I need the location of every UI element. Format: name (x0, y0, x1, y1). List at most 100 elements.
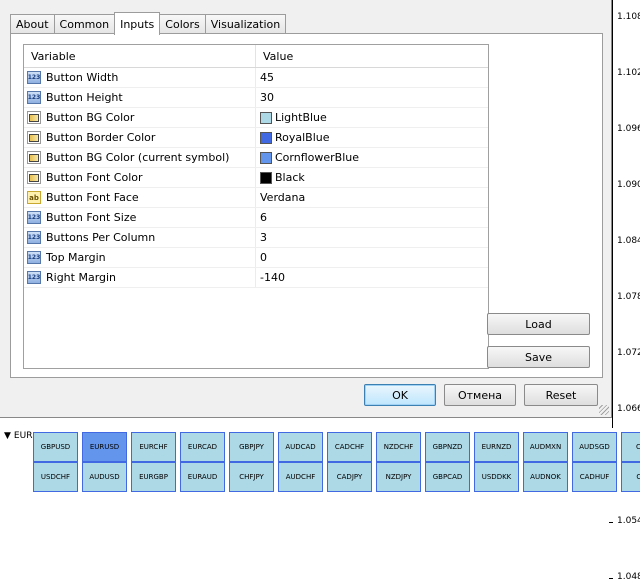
symbol-button-usdchf[interactable]: USDCHF (33, 462, 78, 492)
value-cell[interactable]: 3 (256, 228, 488, 247)
variable-value: 45 (260, 71, 274, 84)
variable-name: Buttons Per Column (46, 231, 156, 244)
symbol-button-chf[interactable]: CHF (621, 462, 640, 492)
symbol-button-euraud[interactable]: EURAUD (180, 462, 225, 492)
integer-type-icon: 123 (27, 271, 41, 284)
symbol-button-audmxn[interactable]: AUDMXN (523, 432, 568, 462)
tab-colors[interactable]: Colors (159, 14, 206, 34)
table-row[interactable]: Button Font Color Black (24, 168, 488, 188)
string-type-icon: ab (27, 191, 41, 204)
reset-button[interactable]: Reset (524, 384, 598, 406)
value-cell[interactable]: LightBlue (256, 108, 488, 127)
symbol-button-audcad[interactable]: AUDCAD (278, 432, 323, 462)
symbol-button-eurnzd[interactable]: EURNZD (474, 432, 519, 462)
value-cell[interactable]: 45 (256, 68, 488, 87)
value-cell[interactable]: Black (256, 168, 488, 187)
price-label: 1.084 (617, 236, 640, 246)
symbol-button-eurcad[interactable]: EURCAD (180, 432, 225, 462)
price-label: 1.108 (617, 12, 640, 22)
symbol-button-chfjpy[interactable]: CHFJPY (229, 462, 274, 492)
tab-about[interactable]: About (10, 14, 55, 34)
symbol-button-cadchf[interactable]: CADCHF (327, 432, 372, 462)
load-button[interactable]: Load (487, 313, 590, 335)
table-row[interactable]: 123 Button Font Size 6 (24, 208, 488, 228)
symbol-button-cadjpy[interactable]: CADJPY (327, 462, 372, 492)
value-cell[interactable]: 30 (256, 88, 488, 107)
table-row[interactable]: 123 Buttons Per Column 3 (24, 228, 488, 248)
color-type-icon (27, 171, 41, 184)
variable-cell: Button BG Color (current symbol) (24, 148, 256, 167)
integer-type-icon: 123 (27, 251, 41, 264)
table-row[interactable]: Button BG Color LightBlue (24, 108, 488, 128)
variable-cell: 123 Button Font Size (24, 208, 256, 227)
variable-cell: 123 Button Width (24, 68, 256, 87)
cancel-button[interactable]: Отмена (444, 384, 516, 406)
symbol-button-audchf[interactable]: AUDCHF (278, 462, 323, 492)
symbol-button-nzdjpy[interactable]: NZDJPY (376, 462, 421, 492)
column-header-value[interactable]: Value (256, 45, 488, 67)
price-label: 1.102 (617, 68, 640, 78)
ok-button[interactable]: OK (364, 384, 436, 406)
table-row[interactable]: 123 Top Margin 0 (24, 248, 488, 268)
tab-visualization[interactable]: Visualization (204, 14, 287, 34)
resize-grip[interactable] (599, 405, 609, 415)
value-cell[interactable]: 6 (256, 208, 488, 227)
variable-name: Button BG Color (current symbol) (46, 151, 230, 164)
table-row[interactable]: Button BG Color (current symbol) Cornflow… (24, 148, 488, 168)
symbol-button-gbpjpy[interactable]: GBPJPY (229, 432, 274, 462)
variable-value: -140 (260, 271, 285, 284)
price-label: 1.048 (617, 572, 640, 582)
color-swatch (260, 111, 272, 124)
integer-type-icon: 123 (27, 91, 41, 104)
symbol-button-eurchf[interactable]: EURCHF (131, 432, 176, 462)
grid-rows: 123 Button Width 45 123 Button Height 30 Butto… (24, 68, 488, 288)
symbol-button-gbpusd[interactable]: GBPUSD (33, 432, 78, 462)
variable-value: RoyalBlue (275, 131, 330, 144)
symbol-button-nzdchf[interactable]: NZDCHF (376, 432, 421, 462)
indicator-properties-dialog: About Common Inputs Colors Visualization Var… (0, 0, 612, 418)
value-cell[interactable]: RoyalBlue (256, 128, 488, 147)
symbol-button-cadhuf[interactable]: CADHUF (572, 462, 617, 492)
variable-name: Top Margin (46, 251, 106, 264)
price-label: 1.096 (617, 124, 640, 134)
symbol-button-eurgbp[interactable]: EURGBP (131, 462, 176, 492)
symbol-button-audnok[interactable]: AUDNOK (523, 462, 568, 492)
value-cell[interactable]: Verdana (256, 188, 488, 207)
symbol-button-gbpcad[interactable]: GBPCAD (425, 462, 470, 492)
save-button[interactable]: Save (487, 346, 590, 368)
integer-type-icon: 123 (27, 71, 41, 84)
symbol-button-cad[interactable]: CAD (621, 432, 640, 462)
tab-common[interactable]: Common (53, 14, 116, 34)
color-swatch (260, 151, 272, 164)
tab-inputs[interactable]: Inputs (114, 12, 161, 35)
variable-cell: Button Font Color (24, 168, 256, 187)
table-row[interactable]: 123 Right Margin -140 (24, 268, 488, 288)
variable-cell: 123 Right Margin (24, 268, 256, 287)
symbol-button-gbpnzd[interactable]: GBPNZD (425, 432, 470, 462)
color-type-icon (27, 131, 41, 144)
value-cell[interactable]: CornflowerBlue (256, 148, 488, 167)
column-header-variable[interactable]: Variable (24, 45, 256, 67)
price-tick (609, 522, 613, 523)
value-cell[interactable]: -140 (256, 268, 488, 287)
price-axis: 1.108 1.102 1.096 1.090 1.084 1.078 1.072 1.066… (609, 0, 640, 582)
table-row[interactable]: ab Button Font Face Verdana (24, 188, 488, 208)
variable-name: Button Font Face (46, 191, 139, 204)
variable-value: CornflowerBlue (275, 151, 359, 164)
symbol-button-audusd[interactable]: AUDUSD (82, 462, 127, 492)
variable-value: 6 (260, 211, 267, 224)
table-row[interactable]: Button Border Color RoyalBlue (24, 128, 488, 148)
table-row[interactable]: 123 Button Width 45 (24, 68, 488, 88)
symbol-button-usddkk[interactable]: USDDKK (474, 462, 519, 492)
price-label: 1.054 (617, 516, 640, 526)
symbol-button-eurusd[interactable]: EURUSD (82, 432, 127, 462)
price-tick (609, 578, 613, 579)
variable-name: Button Width (46, 71, 119, 84)
color-swatch (260, 171, 272, 184)
variable-name: Button BG Color (46, 111, 135, 124)
variable-cell: ab Button Font Face (24, 188, 256, 207)
symbol-button-audsgd[interactable]: AUDSGD (572, 432, 617, 462)
table-row[interactable]: 123 Button Height 30 (24, 88, 488, 108)
value-cell[interactable]: 0 (256, 248, 488, 267)
variable-cell: 123 Button Height (24, 88, 256, 107)
